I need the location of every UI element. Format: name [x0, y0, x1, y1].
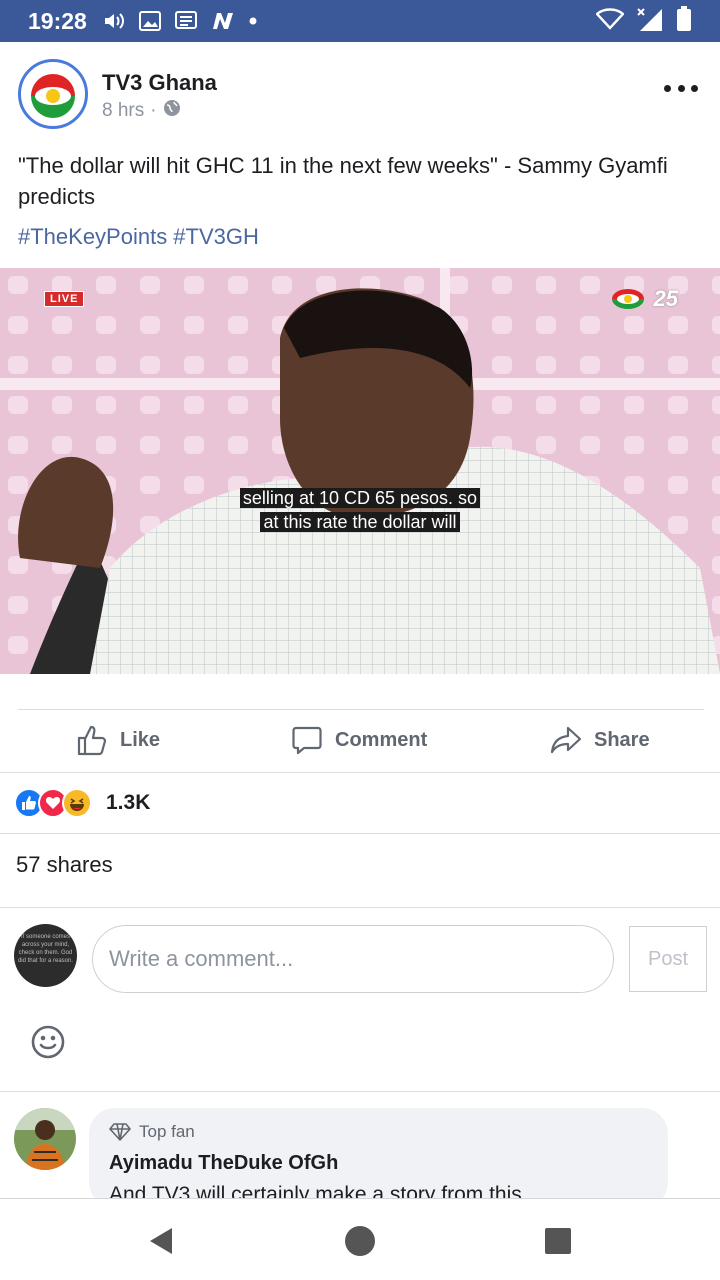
meta-separator: · — [150, 100, 157, 121]
page-name[interactable]: TV3 Ghana — [102, 70, 217, 96]
page-avatar[interactable] — [18, 59, 88, 129]
video-subtitle: selling at 10 CD 65 pesos. so at this ra… — [0, 486, 720, 534]
post-meta: 8 hrs · — [102, 99, 181, 123]
divider — [0, 772, 720, 773]
commenter-name[interactable]: Ayimadu TheDuke OfGh — [109, 1152, 648, 1175]
like-label: Like — [120, 728, 161, 751]
volume-icon — [103, 12, 125, 30]
home-button[interactable] — [342, 1223, 378, 1259]
comment-button[interactable]: Comment — [291, 724, 427, 756]
post-text: "The dollar will hit GHC 11 in the next … — [18, 153, 668, 209]
share-icon — [550, 726, 582, 754]
divider — [0, 833, 720, 834]
share-button[interactable]: Share — [550, 724, 650, 756]
recents-square-icon — [545, 1228, 571, 1254]
commenter-avatar[interactable] — [14, 1108, 76, 1170]
post-comment-button[interactable]: Post — [629, 926, 707, 992]
post-time[interactable]: 8 hrs — [102, 100, 144, 122]
back-button[interactable] — [142, 1223, 178, 1259]
dot-icon — [664, 84, 671, 92]
top-fan-label: Top fan — [139, 1122, 195, 1141]
shares-count[interactable]: 57 shares — [16, 852, 113, 878]
globe-icon — [163, 99, 181, 123]
battery-icon — [676, 5, 692, 37]
tv3-watermark-icon — [611, 289, 644, 309]
like-button[interactable]: Like — [76, 724, 160, 756]
comment-bubble[interactable]: Top fan Ayimadu TheDuke OfGh And TV3 wil… — [89, 1108, 668, 1208]
more-options-button[interactable] — [664, 78, 698, 98]
live-badge: LIVE — [44, 291, 85, 307]
signal-icon — [636, 7, 664, 36]
divider — [0, 1091, 720, 1092]
channel-badge: 25 — [653, 286, 678, 311]
commenter-photo — [14, 1108, 76, 1170]
diamond-icon — [109, 1123, 131, 1141]
comment-icon — [292, 726, 322, 755]
wifi-icon — [595, 7, 625, 35]
comment-label: Comment — [335, 728, 428, 751]
n-app-icon — [211, 11, 235, 31]
haha-reaction-icon — [62, 788, 92, 818]
reaction-count: 1.3K — [106, 791, 151, 814]
comment-input[interactable] — [92, 925, 614, 993]
status-time: 19:28 — [28, 7, 87, 34]
status-bar: 19:28 — [0, 0, 720, 42]
user-avatar: If someone comes across your mind, check… — [14, 924, 77, 987]
top-fan-badge: Top fan — [109, 1122, 648, 1142]
dot-icon — [691, 84, 698, 92]
gallery-icon — [138, 11, 161, 31]
home-circle-icon — [345, 1226, 375, 1256]
subtitle-line-1: selling at 10 CD 65 pesos. so — [239, 488, 481, 508]
post-header: TV3 Ghana 8 hrs · — [0, 42, 720, 142]
thumbs-up-icon — [77, 725, 107, 756]
back-triangle-icon — [150, 1228, 172, 1254]
channel-watermark: 25 — [610, 286, 678, 312]
share-label: Share — [594, 728, 650, 751]
divider — [18, 709, 704, 710]
dot-icon — [677, 84, 685, 92]
subtitle-line-2: at this rate the dollar will — [260, 512, 460, 532]
smiley-icon — [31, 1025, 65, 1059]
post-actions: Like Comment Share — [0, 712, 720, 770]
video-frame — [0, 268, 720, 674]
navigation-bar — [0, 1198, 720, 1280]
recents-button[interactable] — [540, 1223, 576, 1259]
reactions-summary[interactable]: 1.3K — [14, 786, 150, 820]
tv3-logo-icon — [31, 74, 75, 118]
message-icon — [174, 11, 197, 31]
video-player[interactable]: LIVE 25 selling at 10 CD 65 pesos. so at… — [0, 268, 720, 674]
emoji-button[interactable] — [31, 1025, 65, 1059]
notification-dot-icon — [249, 17, 257, 25]
divider — [0, 907, 720, 908]
post-hashtags[interactable]: #TheKeyPoints #TV3GH — [18, 224, 259, 250]
